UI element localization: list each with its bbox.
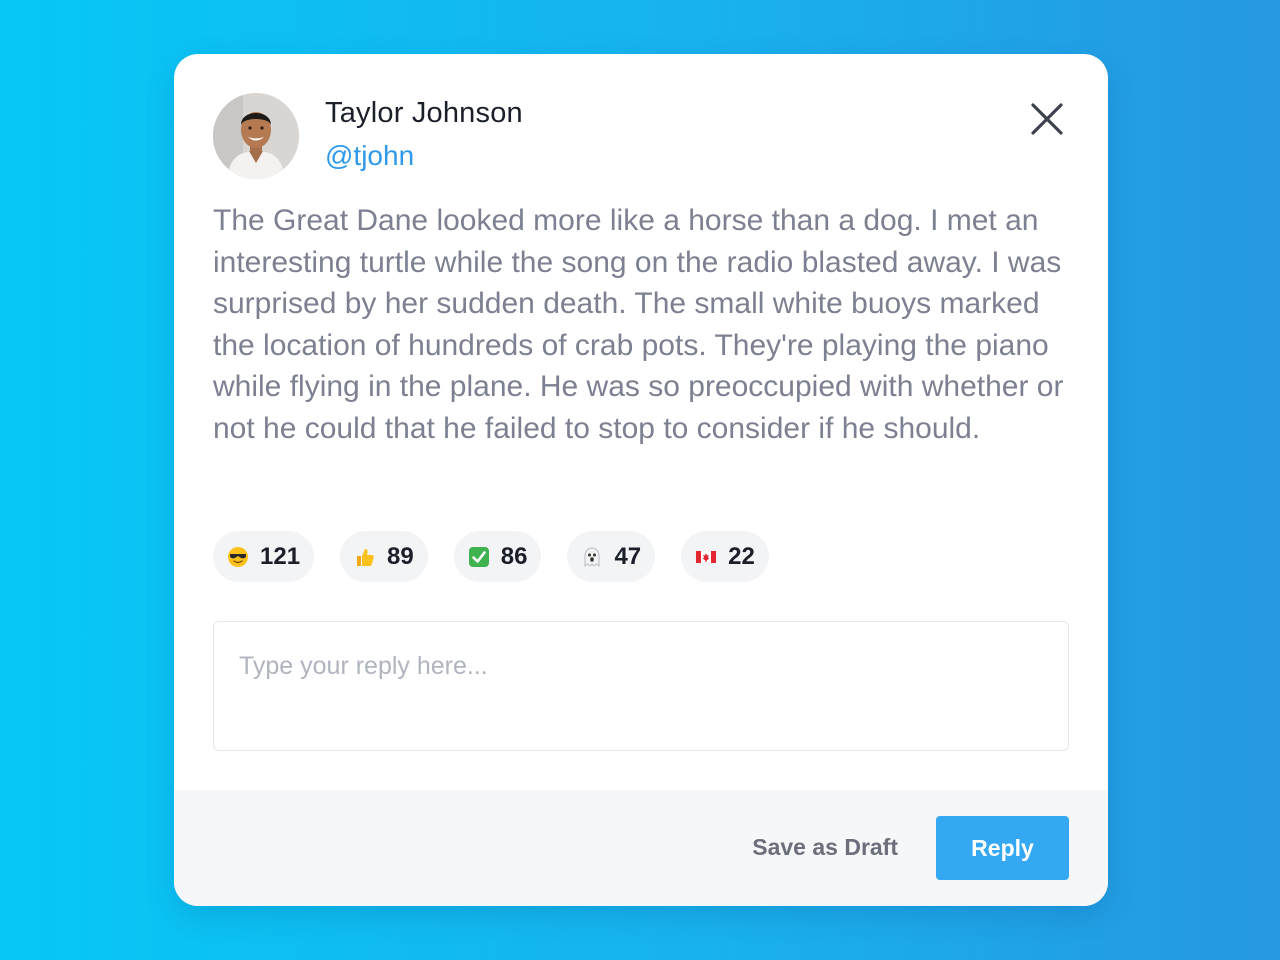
sunglasses-face-icon bbox=[227, 546, 249, 568]
ghost-icon bbox=[581, 546, 603, 568]
dialog-footer: Save as Draft Reply bbox=[174, 790, 1108, 906]
check-mark-button-icon bbox=[468, 546, 490, 568]
reaction-count: 22 bbox=[728, 542, 755, 570]
reaction-count: 86 bbox=[500, 542, 528, 570]
canada-flag-icon bbox=[695, 546, 717, 568]
reaction-thumbs-up[interactable]: 89 bbox=[340, 531, 428, 582]
author-handle[interactable]: @tjohn bbox=[325, 140, 414, 172]
reply-input[interactable] bbox=[213, 621, 1069, 751]
reaction-canada-flag[interactable]: 22 bbox=[681, 531, 769, 582]
avatar-image bbox=[213, 93, 299, 179]
post-header: Taylor Johnson @tjohn bbox=[213, 93, 1069, 179]
post-message: The Great Dane looked more like a horse … bbox=[213, 204, 1064, 445]
reaction-check-mark[interactable]: 86 bbox=[453, 531, 542, 582]
reply-dialog: Taylor Johnson @tjohn The Great Dane loo… bbox=[174, 54, 1108, 906]
close-icon bbox=[1031, 103, 1063, 135]
save-as-draft-button[interactable]: Save as Draft bbox=[752, 834, 898, 861]
author-name: Taylor Johnson bbox=[325, 97, 523, 129]
close-button[interactable] bbox=[1025, 97, 1069, 141]
reply-button[interactable]: Reply bbox=[936, 816, 1069, 880]
reaction-ghost[interactable]: 47 bbox=[567, 531, 656, 582]
avatar bbox=[213, 93, 299, 179]
thumbs-up-icon bbox=[354, 546, 376, 568]
reaction-sunglasses[interactable]: 121 bbox=[213, 531, 315, 582]
reaction-count: 89 bbox=[387, 542, 414, 570]
reaction-count: 121 bbox=[260, 542, 301, 570]
reaction-count: 47 bbox=[614, 542, 642, 570]
reactions-bar: 121 89 86 47 22 bbox=[213, 531, 769, 582]
